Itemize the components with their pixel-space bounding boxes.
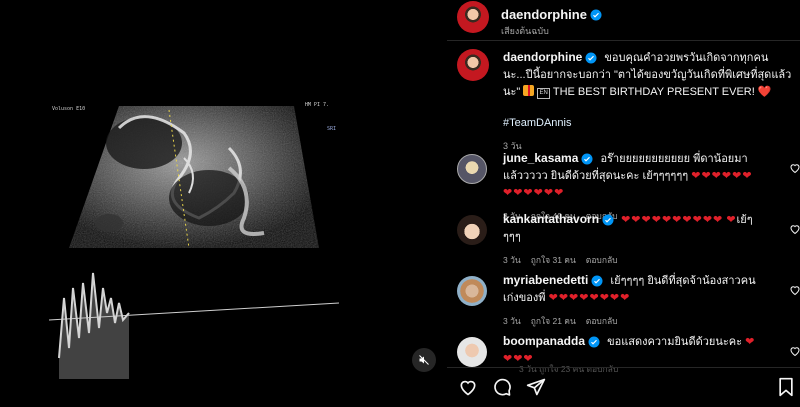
commenter-avatar[interactable]: [457, 276, 487, 306]
hashtag-link[interactable]: #TeamDAnnis: [503, 115, 792, 132]
bookmark-icon: [779, 377, 793, 397]
heart-outline-icon: [460, 380, 476, 396]
ultrasound-image: Voluson E10 HM PI 7. SRI: [49, 98, 339, 379]
commenter-username[interactable]: june_kasama: [503, 150, 578, 167]
commenter-username[interactable]: kankantathavorn: [503, 211, 599, 228]
action-bar: [457, 375, 797, 399]
comment-item: kankantathavorn ❤❤❤❤❤❤❤❤❤❤ ❤เย้ๆๆๆๆ 3 วั…: [457, 211, 800, 272]
comment-button[interactable]: [491, 376, 513, 398]
comment-hearts: ❤❤❤❤❤❤❤❤❤❤: [621, 214, 724, 226]
author-username[interactable]: daendorphine: [501, 7, 587, 22]
comment-likes[interactable]: ถูกใจ 21 คน: [531, 313, 576, 330]
commenter-avatar[interactable]: [457, 215, 487, 245]
post-header: daendorphine เสียงต้นฉบับ: [447, 0, 800, 36]
verified-badge-icon: [585, 52, 597, 63]
share-button[interactable]: [525, 376, 547, 398]
heart-outline-icon[interactable]: [789, 345, 800, 357]
caption-username[interactable]: daendorphine: [503, 49, 582, 66]
scan-label-right: HM PI 7.: [304, 102, 329, 108]
comment-text: ขอแสดงความยินดีด้วยนะคะ: [607, 336, 743, 348]
caption-avatar[interactable]: [457, 49, 489, 81]
post-side-panel: daendorphine เสียงต้นฉบับ daendorphine ข…: [447, 0, 800, 407]
comment-item: june_kasama อร๊ายยยยยยยยยยย พี่ดาน้อยมาแ…: [457, 150, 800, 221]
heart-outline-icon[interactable]: [789, 223, 800, 235]
heart-outline-icon[interactable]: [789, 284, 800, 296]
comment-hearts: ❤❤❤❤❤❤❤❤: [548, 292, 631, 304]
scan-label-left: Voluson E10: [52, 106, 86, 112]
post-caption: daendorphine ขอบคุณคำอวยพรวันเกิดจากทุกค…: [457, 49, 792, 155]
speaker-muted-icon: [419, 355, 429, 365]
comment-icon: [494, 378, 511, 396]
save-button[interactable]: [775, 376, 797, 398]
author-avatar[interactable]: [457, 0, 489, 33]
heart-outline-icon[interactable]: [789, 162, 800, 174]
gift-emoji-icon: [523, 85, 535, 96]
verified-badge-icon: [581, 153, 593, 164]
comment-item: boompanadda ขอแสดงความยินดีด้วยนะคะ ❤❤❤❤: [457, 333, 800, 367]
actions-divider: [447, 367, 800, 368]
commenter-avatar[interactable]: [457, 337, 487, 367]
en-box-emoji: EN: [537, 88, 550, 99]
comment-item: myriabenedetti เย้ๆๆๆๆ ยินดีที่สุดจ้าน้อ…: [457, 272, 800, 333]
scan-label-side: SRI: [326, 126, 336, 132]
post-media[interactable]: Voluson E10 HM PI 7. SRI: [0, 0, 447, 407]
original-audio-link[interactable]: เสียงต้นฉบับ: [501, 24, 602, 38]
share-icon: [526, 378, 546, 396]
comment-hearts: ❤: [726, 214, 737, 226]
commenter-username[interactable]: boompanadda: [503, 333, 585, 350]
reply-button[interactable]: ตอบกลับ: [586, 313, 618, 330]
comments-list: june_kasama อร๊ายยยยยยยยยยย พี่ดาน้อยมาแ…: [457, 150, 800, 367]
header-divider: [447, 40, 800, 41]
reply-button[interactable]: ตอบกลับ: [586, 252, 618, 269]
caption-heart-emoji: ❤️: [757, 86, 773, 98]
verified-badge-icon: [590, 9, 602, 20]
verified-badge-icon: [588, 336, 600, 347]
comment-time[interactable]: 3 วัน: [503, 252, 521, 269]
caption-text-english: THE BEST BIRTHDAY PRESENT EVER!: [552, 86, 755, 98]
comment-likes[interactable]: ถูกใจ 31 คน: [531, 252, 576, 269]
comment-time[interactable]: 3 วัน: [503, 313, 521, 330]
comment-meta-faded: 3 วัน ถูกใจ 23 คน ตอบกลับ: [519, 364, 619, 374]
like-button[interactable]: [457, 376, 479, 398]
commenter-username[interactable]: myriabenedetti: [503, 272, 588, 289]
commenter-avatar[interactable]: [457, 154, 487, 184]
mute-button[interactable]: [412, 348, 436, 372]
verified-badge-icon: [602, 214, 614, 225]
verified-badge-icon: [591, 275, 603, 286]
